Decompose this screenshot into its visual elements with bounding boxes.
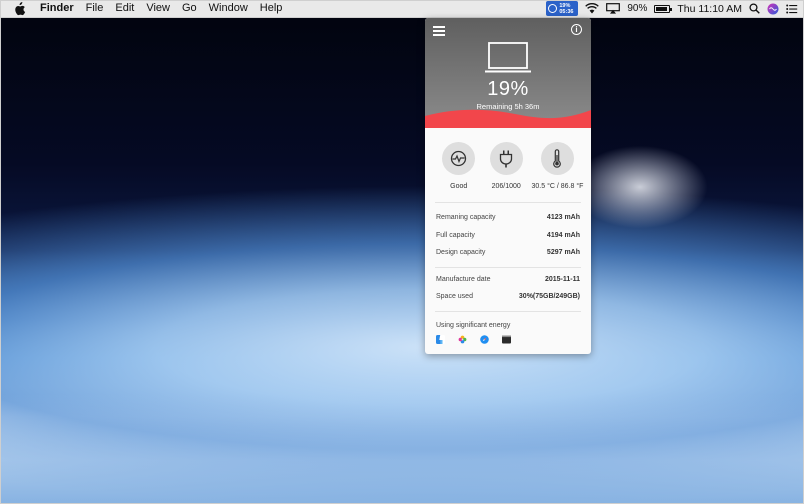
stat-temperature: 30.5 °C / 86.8 °F [530,142,585,190]
airplay-icon[interactable] [606,3,621,14]
thermometer-icon [540,142,574,175]
capacity-section: Remaning capacity 4123 mAh Full capacity… [425,203,591,262]
stat-health: Good [435,142,482,190]
menu-edit[interactable]: Edit [109,0,140,17]
menu-go[interactable]: Go [176,0,203,17]
menu-help[interactable]: Help [254,0,289,17]
photos-app-icon[interactable] [458,335,467,344]
menu-bar: Finder File Edit View Go Window Help 19%… [0,0,804,18]
row-label: Remaning capacity [436,214,496,222]
plug-icon [489,142,523,175]
battery-percent: 90% [627,3,648,14]
energy-title: Using significant energy [436,321,511,329]
energy-section: Using significant energy [425,312,591,344]
info-row-space-used: Space used 30%(75GB/249GB) [436,288,580,306]
battery-icon[interactable] [654,4,673,13]
safari-app-icon[interactable] [480,334,489,344]
stat-cycles: 206/1000 [482,142,529,190]
time-remaining: Remaining 5h 36m [476,102,540,111]
spotlight-icon[interactable] [749,3,760,14]
menu-icon[interactable] [433,26,445,36]
laptop-icon [485,42,531,73]
capacity-row-design: Design capacity 5297 mAh [436,244,580,262]
desktop-wallpaper [0,17,804,504]
battery-header: i 19% Remaining 5h 36m [425,18,591,128]
energy-app-list [436,334,580,344]
cycles-label: 206/1000 [491,183,521,190]
status-app-time: 05:36 [559,8,574,15]
battery-app-status-item[interactable]: 19% 05:36 [546,1,579,16]
battery-app-ring-icon [548,4,558,13]
menu-window[interactable]: Window [203,0,254,17]
wifi-icon[interactable] [585,3,600,14]
notification-center-icon[interactable] [786,4,798,14]
battery-popover: i 19% Remaining 5h 36m Good 206/1000 30.… [425,18,591,354]
siri-icon[interactable] [767,3,779,15]
menu-file[interactable]: File [80,0,110,17]
menu-app-name[interactable]: Finder [32,0,80,17]
info-row-manufacture-date: Manufacture date 2015-11-11 [436,271,580,289]
row-value: 4194 mAh [546,231,580,239]
row-label: Space used [436,293,473,301]
clock[interactable]: Thu 11:10 AM [677,3,742,15]
row-value: 2015-11-11 [544,275,580,283]
info-section: Manufacture date 2015-11-11 Space used 3… [425,268,591,306]
info-icon[interactable]: i [571,24,582,35]
finder-app-icon[interactable] [436,334,445,344]
row-label: Design capacity [436,249,486,257]
terminal-app-icon[interactable] [502,335,511,344]
row-label: Manufacture date [436,275,491,283]
capacity-row-full: Full capacity 4194 mAh [436,227,580,245]
temperature-label: 30.5 °C / 86.8 °F [531,183,584,190]
health-label: Good [450,183,468,190]
apple-icon[interactable] [12,1,26,16]
row-value: 5297 mAh [546,249,580,257]
row-value: 30%(75GB/249GB) [518,293,580,301]
row-value: 4123 mAh [546,214,580,222]
battery-stats: Good 206/1000 30.5 °C / 86.8 °F [425,128,591,190]
health-pulse-icon [442,142,476,175]
capacity-row-remaining: Remaning capacity 4123 mAh [436,209,580,227]
row-label: Full capacity [436,231,475,239]
menu-view[interactable]: View [140,0,176,17]
